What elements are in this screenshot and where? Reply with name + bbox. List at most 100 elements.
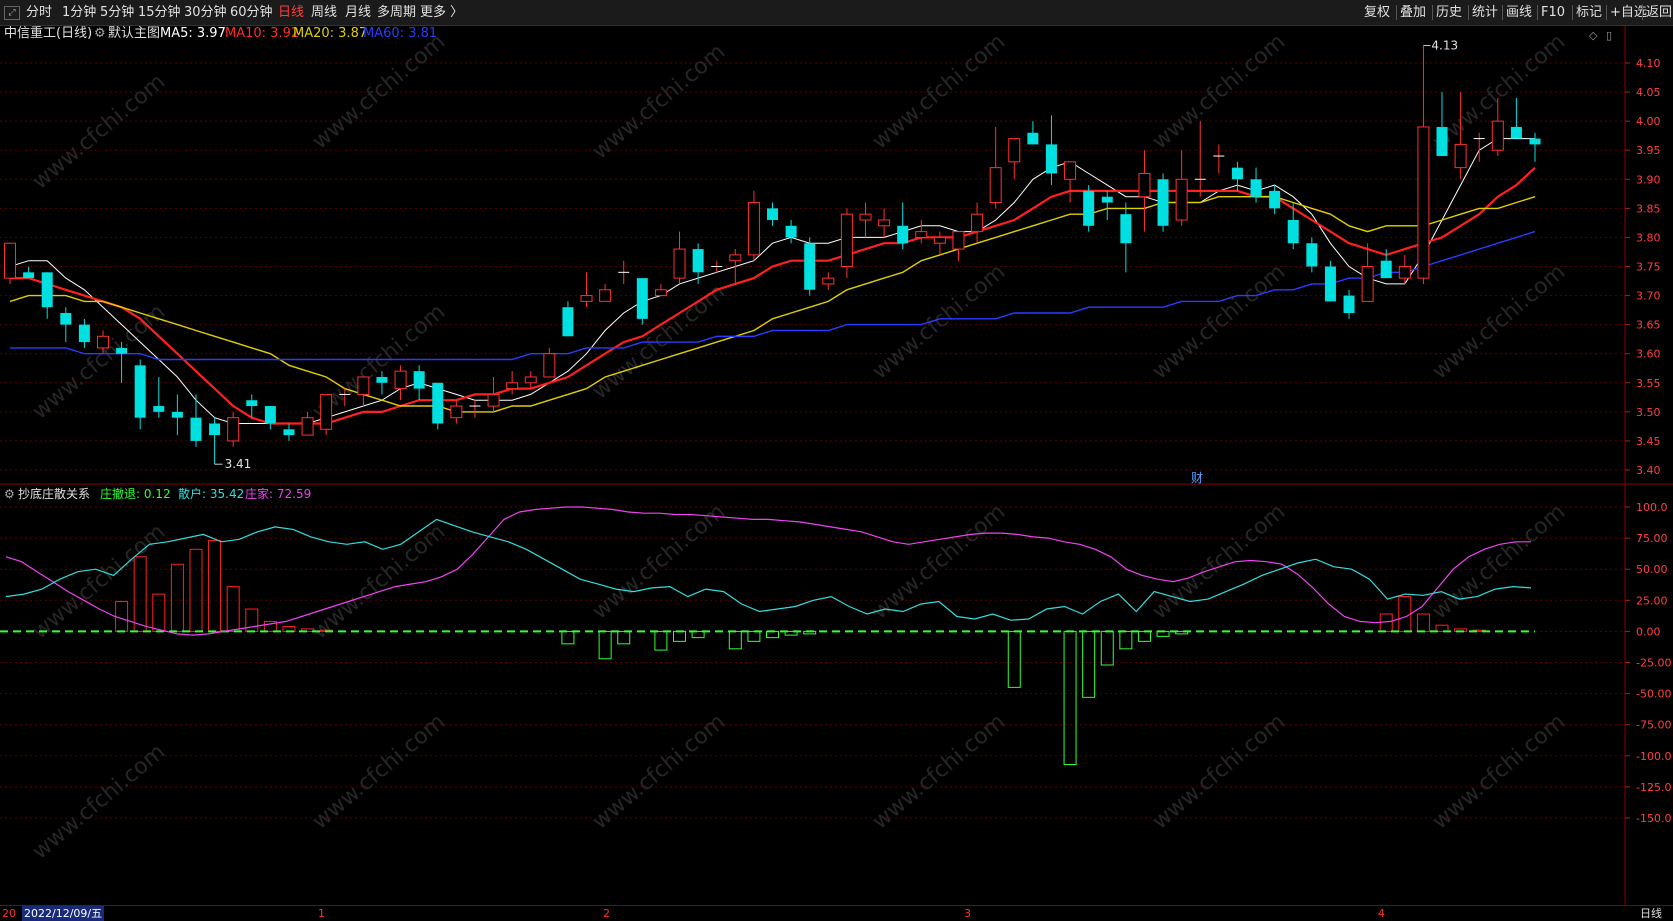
toolbar-button-0[interactable]: 复权 <box>1364 0 1390 25</box>
watermarks: www.cfchi.com www.cfchi.com www.cfchi.com w… <box>28 29 1570 864</box>
watermark-text: www.cfchi.com <box>588 709 730 834</box>
period-tab-2[interactable]: 5分钟 <box>100 0 134 25</box>
indicator-green-bar <box>598 630 612 660</box>
ma20-label: MA20: 3.87 <box>293 26 367 41</box>
candle-body-down <box>1157 179 1169 226</box>
indicator-settings-icon[interactable]: ⚙ <box>4 487 15 501</box>
candle-body-down <box>1269 190 1281 209</box>
candle-body-down <box>23 272 35 279</box>
toolbar-button-6[interactable]: 标记 <box>1576 0 1602 25</box>
toolbar-button-4[interactable]: 画线 <box>1506 0 1532 25</box>
period-tab-5[interactable]: 60分钟 <box>230 0 273 25</box>
indicator-tick-label: 100.0 <box>1636 501 1668 514</box>
watermark-text: www.cfchi.com <box>868 709 1010 834</box>
candle-body-down <box>1231 167 1243 180</box>
toolbar-button-1[interactable]: 叠加 <box>1400 0 1426 25</box>
candle-body-up <box>1417 126 1430 279</box>
indicator-green-bar <box>1137 630 1151 642</box>
template-name[interactable]: 默认主图 <box>108 26 160 41</box>
indicator-green-bar <box>617 630 631 645</box>
price-tick-label: 3.75 <box>1636 261 1661 274</box>
candle-body-up <box>357 376 370 395</box>
candle-body-up <box>1064 161 1077 180</box>
candle-body-up <box>227 417 240 442</box>
period-tab-6[interactable]: 日线 <box>278 0 304 25</box>
candle-body-down <box>171 411 183 418</box>
toolbar-button-5[interactable]: F10 <box>1541 0 1565 25</box>
indicator-red-bar <box>170 563 184 632</box>
period-tab-1[interactable]: 1分钟 <box>62 0 96 25</box>
period-toolbar: ⤢ 分时 1分钟 5分钟 15分钟 30分钟 60分钟 日线 周线 月线 多周期 更多 〉 复权 叠加… <box>0 0 1673 26</box>
candle-body-up <box>524 376 537 384</box>
candle-body-up <box>301 417 314 436</box>
toolbar-separator <box>1432 5 1433 20</box>
candle-body-down <box>246 400 258 407</box>
ma-line-ma20 <box>9 195 1536 413</box>
low-price-label: 3.41 <box>225 457 252 471</box>
watermark-text: www.cfchi.com <box>28 519 170 644</box>
toolbar-button-8[interactable]: 返回 <box>1646 0 1672 25</box>
price-tick-label: 4.00 <box>1636 115 1661 128</box>
template-icon[interactable]: ⚙ <box>94 26 106 41</box>
collapse-icon[interactable]: ▯ <box>1606 29 1612 42</box>
indicator-zcl-label: 庄撤退: 0.12 <box>100 486 171 501</box>
price-tick-label: 3.40 <box>1636 464 1661 477</box>
period-tab-3[interactable]: 15分钟 <box>138 0 181 25</box>
period-tab-0[interactable]: 分时 <box>26 0 52 25</box>
toolbar-separator <box>1502 5 1503 20</box>
toolbar-button-3[interactable]: 统计 <box>1472 0 1498 25</box>
candle-body-down <box>1436 126 1448 157</box>
indicator-tick-label: -50.00 <box>1636 688 1671 701</box>
candle-body-up <box>543 353 556 378</box>
month-label-3: 3 <box>964 907 971 920</box>
watermark-text: www.cfchi.com <box>28 739 170 864</box>
candle-body-up <box>878 219 891 227</box>
indicator-zj-label: 庄家: 72.59 <box>245 486 311 501</box>
cursor-date: 2022/12/09/五 <box>22 906 105 921</box>
candle-body-down <box>283 429 295 436</box>
candle-body-down <box>1529 138 1541 145</box>
candle-body-up <box>673 248 686 279</box>
candle-body-down <box>153 406 165 412</box>
period-tab-7[interactable]: 周线 <box>311 0 337 25</box>
indicator-green-bar <box>1100 630 1114 666</box>
toolbar-separator <box>1537 5 1538 20</box>
indicator-title[interactable]: 抄底庄散关系 <box>18 486 90 501</box>
period-tab-10[interactable]: 更多 〉 <box>420 0 463 25</box>
candle-body-down <box>1083 190 1095 226</box>
watermark-text: www.cfchi.com <box>868 259 1010 384</box>
ma10-label: MA10: 3.92 <box>225 26 299 41</box>
stock-title: 中信重工(日线) <box>4 26 92 41</box>
price-tick-label: 3.50 <box>1636 406 1661 419</box>
candle-body-up <box>1491 120 1504 151</box>
candle-body-down <box>1324 266 1336 302</box>
watermark-text: www.cfchi.com <box>868 29 1010 154</box>
candle-body-down <box>692 249 704 273</box>
period-label[interactable]: 日线 <box>1640 906 1662 921</box>
finance-marker[interactable]: 财 <box>1191 471 1203 485</box>
window-corner-icon[interactable]: ⤢ <box>4 6 20 20</box>
indicator-red-bar <box>189 548 203 632</box>
period-tab-9[interactable]: 多周期 <box>377 0 416 25</box>
candle-body-down <box>116 347 128 354</box>
candle-body-down <box>1250 179 1262 197</box>
month-label-1: 1 <box>318 907 325 920</box>
price-tick-label: 4.10 <box>1636 57 1661 70</box>
price-tick-label: 3.65 <box>1636 319 1661 332</box>
indicator-tick-label: 50.00 <box>1636 563 1668 576</box>
watermark-text: www.cfchi.com <box>1428 259 1570 384</box>
period-tab-8[interactable]: 月线 <box>345 0 371 25</box>
ma60-label: MA60: 3.81 <box>363 26 437 41</box>
diamond-icon[interactable]: ◇ <box>1589 29 1598 42</box>
candle-body-down <box>1027 132 1039 145</box>
watermark-text: www.cfchi.com <box>28 69 170 194</box>
candle-body-up <box>971 213 984 233</box>
candle-body-up <box>1175 178 1188 221</box>
period-tab-4[interactable]: 30分钟 <box>184 0 227 25</box>
candle-body-down <box>785 225 797 238</box>
price-tick-label: 3.60 <box>1636 348 1661 361</box>
kline-chart[interactable]: www.cfchi.com www.cfchi.com www.cfchi.com w… <box>0 26 1673 905</box>
candle-body-down <box>134 365 146 418</box>
toolbar-button-2[interactable]: 历史 <box>1436 0 1462 25</box>
candle-body-down <box>1510 126 1522 139</box>
